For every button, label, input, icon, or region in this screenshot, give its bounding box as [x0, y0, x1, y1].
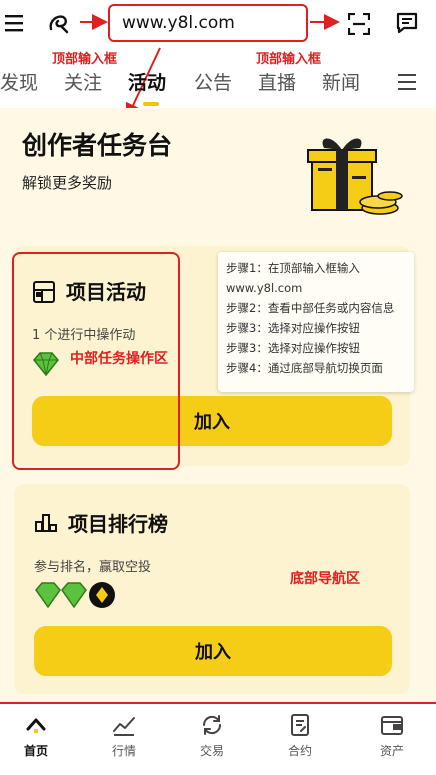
step-line: 步骤2：查看中部任务或内容信息: [226, 301, 395, 315]
home-chevron-icon: [26, 718, 46, 733]
page-subtitle: 解锁更多奖励: [22, 174, 113, 192]
step-line: www.y8l.com: [226, 281, 303, 295]
tab-follow[interactable]: 关注: [64, 68, 102, 95]
nav-label: 资产: [379, 744, 404, 758]
contract-doc-icon: [291, 714, 309, 736]
page-title: 创作者任务台: [22, 131, 173, 160]
exchange-icon: [202, 715, 222, 735]
ranking-bars-icon: [34, 510, 58, 534]
nav-label: 合约: [287, 744, 312, 758]
tab-announcement[interactable]: 公告: [194, 68, 232, 95]
step-line: 步骤1：在顶部输入框输入: [226, 261, 360, 275]
nav-contract[interactable]: 合约: [270, 714, 330, 759]
join-button[interactable]: 加入: [34, 626, 392, 676]
steps-tooltip: 步骤1：在顶部输入框输入 www.y8l.com 步骤2：查看中部任务或内容信息…: [218, 252, 414, 392]
nav-assets[interactable]: 资产: [362, 714, 422, 759]
chart-line-icon: [113, 717, 135, 736]
card-description: 参与排名，赢取空投: [34, 560, 152, 575]
annotation-middle-box: [12, 252, 180, 470]
tab-live[interactable]: 直播: [258, 68, 296, 95]
annotation-bottom-nav: 底部导航区: [290, 571, 360, 587]
bottom-nav: 首页 行情 交易 合约 资产: [0, 704, 436, 775]
card-title: 项目排行榜: [68, 512, 168, 536]
nav-home[interactable]: 首页: [6, 714, 66, 759]
category-tabs: 发现 关注 活动 公告 直播 新闻: [0, 62, 436, 102]
gift-box-illustration: [304, 128, 404, 218]
nav-label: 行情: [111, 744, 136, 758]
tab-discover[interactable]: 发现: [0, 68, 38, 95]
wallet-icon: [381, 716, 403, 735]
nav-trade[interactable]: 交易: [182, 714, 242, 759]
nav-label: 首页: [23, 744, 48, 758]
step-line: 步骤3：选择对应操作按钮: [226, 341, 360, 355]
step-line: 步骤3：选择对应操作按钮: [226, 321, 360, 335]
nav-market[interactable]: 行情: [94, 714, 154, 759]
nav-label: 交易: [199, 744, 224, 758]
active-tab-indicator: [143, 102, 159, 106]
reward-icons: [34, 580, 124, 610]
step-line: 步骤4：通过底部导航切换页面: [226, 361, 383, 375]
tab-activity[interactable]: 活动: [128, 68, 166, 95]
tabs-menu-icon[interactable]: [396, 70, 420, 94]
tab-news[interactable]: 新闻: [322, 68, 360, 95]
